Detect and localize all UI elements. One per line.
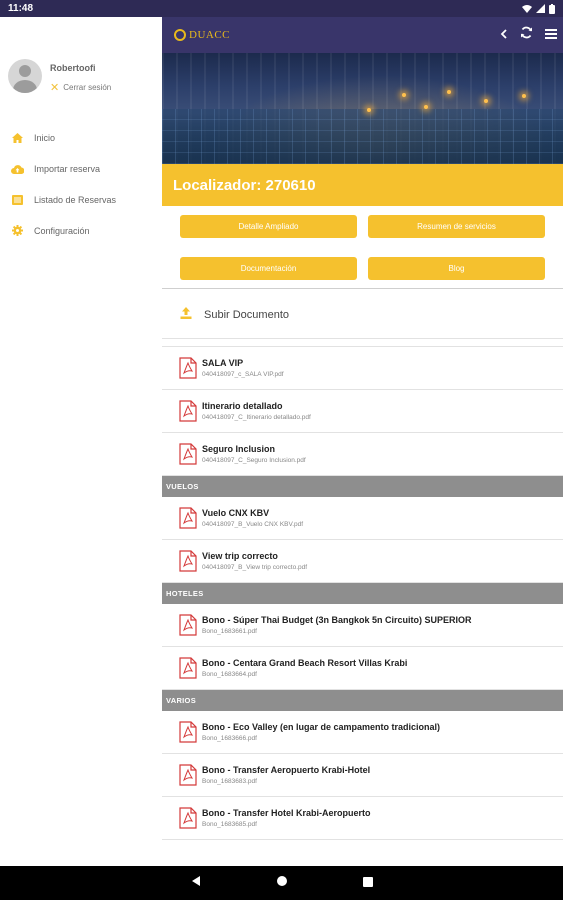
document-filename: 040418097_B_View trip correcto.pdf <box>202 564 308 571</box>
pdf-icon <box>179 400 197 422</box>
app-bar: DUACC <box>162 17 563 53</box>
pdf-icon <box>179 807 197 829</box>
upload-icon <box>180 307 192 322</box>
pdf-icon <box>179 507 197 529</box>
document-item[interactable]: Seguro Inclusion 040418097_C_Seguro Inclu… <box>162 433 563 476</box>
menu-icon[interactable] <box>545 26 557 44</box>
document-filename: Bono_1683664.pdf <box>202 671 257 678</box>
logout-label: Cerrar sesión <box>63 83 112 92</box>
navigation-drawer: Robertoofi ✕ Cerrar sesión Inicio Import… <box>0 17 162 866</box>
document-item[interactable]: Bono - Transfer Hotel Krabi-Aeropuerto Bo… <box>162 797 563 840</box>
user-profile: Robertoofi ✕ Cerrar sesión <box>0 17 162 94</box>
username: Robertoofi <box>50 63 96 73</box>
menu-item-inicio[interactable]: Inicio <box>0 122 162 153</box>
section-header-varios: VARIOS <box>162 690 563 711</box>
document-item[interactable]: Bono - Centara Grand Beach Resort Villas… <box>162 647 563 690</box>
document-item[interactable]: SALA VIP 040418097_c_SALA VIP.pdf <box>162 347 563 390</box>
documentacion-button[interactable]: Documentación <box>180 256 357 280</box>
nav-recents-icon[interactable] <box>362 874 373 892</box>
document-title: Bono - Eco Valley (en lugar de campament… <box>202 722 441 732</box>
pdf-icon <box>179 443 197 465</box>
pdf-icon <box>179 657 197 679</box>
battery-icon <box>549 3 555 14</box>
status-time: 11:48 <box>8 3 34 14</box>
nav-back-icon[interactable] <box>191 874 201 892</box>
menu-item-configuracion[interactable]: Configuración <box>0 215 162 246</box>
drawer-menu: Inicio Importar reserva Listado de Reser… <box>0 122 162 246</box>
document-item[interactable]: View trip correcto 040418097_B_View trip … <box>162 540 563 583</box>
menu-item-importar-reserva[interactable]: Importar reserva <box>0 153 162 184</box>
back-icon[interactable] <box>500 26 508 44</box>
status-bar: 11:48 <box>0 0 563 17</box>
list-icon <box>10 194 24 205</box>
blog-button[interactable]: Blog <box>368 256 545 280</box>
logo-mark-icon <box>174 29 186 41</box>
system-navigation-bar <box>0 866 563 900</box>
document-item[interactable]: Bono - Eco Valley (en lugar de campament… <box>162 711 563 754</box>
document-item[interactable]: Bono - Transfer Aeropuerto Krabi-Hotel Bo… <box>162 754 563 797</box>
wifi-icon <box>522 5 532 13</box>
pdf-icon <box>179 550 197 572</box>
pdf-icon <box>179 357 197 379</box>
action-buttons: Detalle Ampliado Resumen de servicios Do… <box>162 206 563 289</box>
document-title: Seguro Inclusion <box>202 444 276 454</box>
resumen-servicios-button[interactable]: Resumen de servicios <box>368 215 545 238</box>
cloud-upload-icon <box>10 164 24 174</box>
document-filename: 040418097_C_Itinerario detallado.pdf <box>202 414 311 421</box>
menu-item-label: Listado de Reservas <box>34 194 117 205</box>
hero-image <box>162 53 563 164</box>
document-item[interactable]: Vuelo CNX KBV 040418097_B_Vuelo CNX KBV.p… <box>162 497 563 540</box>
document-filename: 040418097_C_Seguro Inclusion.pdf <box>202 457 306 464</box>
document-title: View trip correcto <box>202 551 278 561</box>
document-title: SALA VIP <box>202 358 244 368</box>
logout-link[interactable]: ✕ Cerrar sesión <box>50 81 111 94</box>
menu-item-label: Configuración <box>34 225 90 236</box>
document-title: Itinerario detallado <box>202 401 283 411</box>
gear-icon <box>10 225 24 236</box>
upload-document-button[interactable]: Subir Documento <box>162 291 563 339</box>
home-icon <box>10 132 24 143</box>
document-title: Bono - Transfer Aeropuerto Krabi-Hotel <box>202 765 371 775</box>
document-item[interactable]: Bono - Súper Thai Budget (3n Bangkok 5n … <box>162 604 563 647</box>
document-filename: Bono_1683683.pdf <box>202 778 257 785</box>
menu-item-label: Inicio <box>34 132 56 143</box>
close-icon: ✕ <box>50 82 60 94</box>
document-filename: 040418097_c_SALA VIP.pdf <box>202 371 284 378</box>
pdf-icon <box>179 764 197 786</box>
localizador-banner: Localizador: 270610 <box>162 164 563 206</box>
signal-icon <box>536 4 545 13</box>
pdf-icon <box>179 614 197 636</box>
section-header-vuelos: VUELOS <box>162 476 563 497</box>
document-filename: Bono_1683666.pdf <box>202 735 257 742</box>
upload-label: Subir Documento <box>204 308 289 321</box>
document-filename: Bono_1683685.pdf <box>202 821 257 828</box>
document-filename: 040418097_B_Vuelo CNX KBV.pdf <box>202 521 304 528</box>
logo-text: DUACC <box>189 29 231 41</box>
refresh-icon[interactable] <box>520 26 533 44</box>
document-title: Bono - Súper Thai Budget (3n Bangkok 5n … <box>202 615 472 625</box>
document-title: Bono - Centara Grand Beach Resort Villas… <box>202 658 408 668</box>
pdf-icon <box>179 721 197 743</box>
brand-logo: DUACC <box>174 29 230 41</box>
document-title: Bono - Transfer Hotel Krabi-Aeropuerto <box>202 808 371 818</box>
document-title: Vuelo CNX KBV <box>202 508 270 518</box>
section-header-hoteles: HOTELES <box>162 583 563 604</box>
detalle-ampliado-button[interactable]: Detalle Ampliado <box>180 215 357 238</box>
menu-item-listado-reservas[interactable]: Listado de Reservas <box>0 184 162 215</box>
document-item[interactable]: Itinerario detallado 040418097_C_Itinerar… <box>162 390 563 433</box>
system-icons <box>522 3 555 14</box>
avatar <box>8 59 42 93</box>
document-filename: Bono_1683661.pdf <box>202 628 257 635</box>
menu-item-label: Importar reserva <box>34 163 101 174</box>
localizador-text: Localizador: 270610 <box>173 176 316 194</box>
nav-home-icon[interactable] <box>276 874 288 892</box>
pool-reflection <box>162 109 563 164</box>
main-content: DUACC Localizador: 270610 Detalle Amplia… <box>162 17 563 866</box>
